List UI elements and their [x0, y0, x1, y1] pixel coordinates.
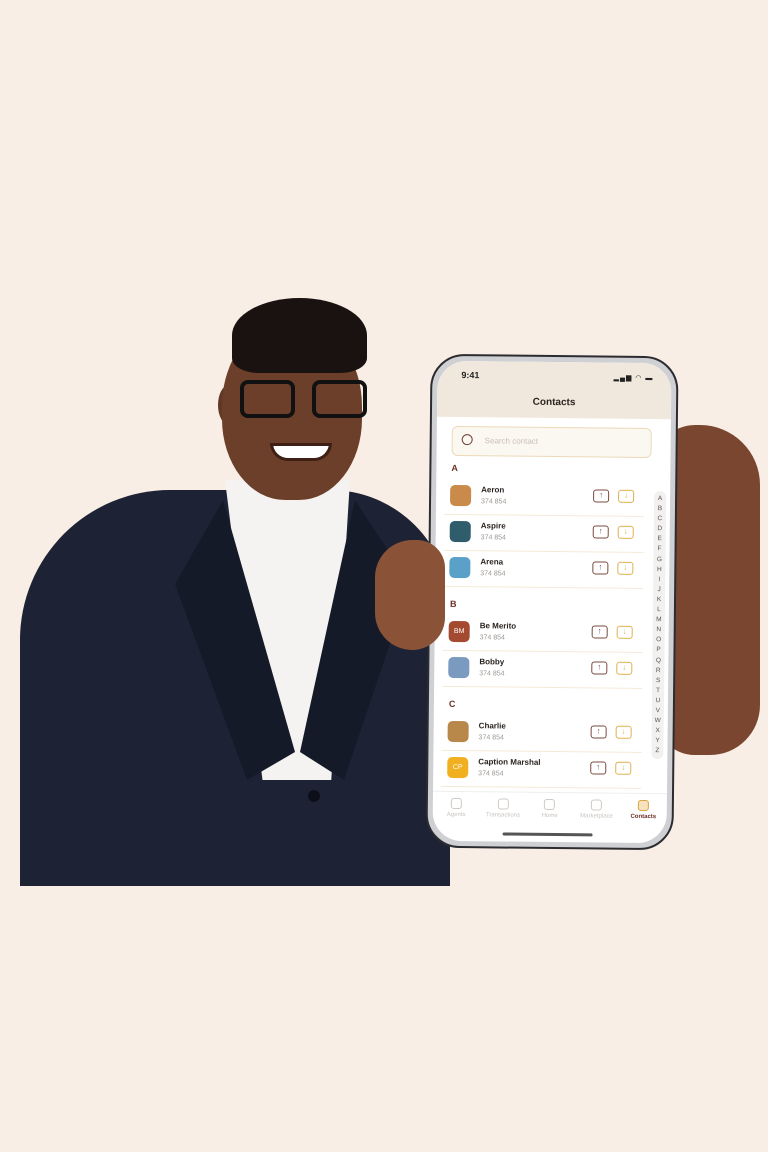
contact-phone: 374 854 [480, 570, 506, 578]
contact-row[interactable]: Aspire 374 854 ↑ ↓ [443, 514, 644, 553]
send-icon[interactable]: ↑ [592, 525, 609, 539]
index-letter[interactable]: Q [652, 656, 664, 666]
search-placeholder: Search contact [484, 436, 539, 446]
avatar [450, 484, 472, 507]
tab-label: Contacts [630, 813, 657, 821]
contact-row[interactable]: BM Be Merito 374 854 ↑ ↓ [442, 614, 643, 653]
index-letter[interactable]: X [652, 726, 664, 736]
index-letter[interactable]: W [652, 716, 664, 726]
index-letter[interactable]: H [653, 565, 665, 575]
contact-phone: 374 854 [479, 670, 505, 678]
avatar [447, 720, 469, 743]
agents-icon [450, 797, 462, 810]
contact-phone: 374 854 [481, 498, 507, 506]
tab-contacts[interactable]: Contacts [621, 799, 665, 843]
index-letter[interactable]: K [653, 595, 665, 605]
index-letter[interactable]: I [653, 575, 665, 585]
index-letter[interactable]: P [652, 645, 664, 655]
contact-name: Aspire [480, 521, 506, 531]
thumb [375, 540, 445, 650]
home-icon [544, 798, 556, 811]
search-icon [461, 434, 473, 446]
index-letter[interactable]: T [652, 686, 664, 696]
alphabet-index[interactable]: ABCDEFGHIJKLMNOPQRSTUVWXYZ [651, 491, 667, 760]
index-letter[interactable]: S [652, 676, 664, 686]
tab-label: Agents [446, 811, 466, 819]
index-letter[interactable]: B [654, 504, 666, 514]
avatar: CP [447, 756, 469, 779]
contact-phone: 374 854 [479, 634, 505, 642]
send-icon[interactable]: ↑ [590, 761, 607, 775]
contact-phone: 374 854 [478, 734, 504, 742]
receive-icon[interactable]: ↓ [615, 725, 632, 739]
contact-name: Be Merito [479, 621, 517, 631]
suit-button [308, 790, 320, 802]
receive-icon[interactable]: ↓ [616, 625, 633, 639]
glasses [312, 380, 367, 418]
contacts-icon [637, 799, 650, 812]
index-letter[interactable]: A [654, 494, 666, 504]
phone: 9:41 ▂▄▆ ◠ ▬ Contacts Search contact A A… [425, 353, 679, 851]
send-icon[interactable]: ↑ [591, 625, 608, 639]
index-letter[interactable]: Z [651, 746, 663, 756]
contact-phone: 374 854 [478, 770, 504, 778]
receive-icon[interactable]: ↓ [618, 489, 635, 503]
index-letter[interactable]: G [653, 555, 665, 565]
contact-row[interactable]: Arena 374 854 ↑ ↓ [443, 550, 644, 589]
contact-row[interactable]: Charlie 374 854 ↑ ↓ [441, 714, 642, 753]
receive-icon[interactable]: ↓ [616, 661, 633, 675]
marketplace-icon [591, 799, 603, 811]
send-icon[interactable]: ↑ [592, 561, 609, 575]
send-icon[interactable]: ↑ [590, 725, 607, 739]
receive-icon[interactable]: ↓ [617, 561, 634, 575]
contact-phone: 374 854 [480, 534, 507, 542]
index-letter[interactable]: F [654, 545, 666, 555]
glasses [240, 380, 295, 418]
index-letter[interactable]: V [652, 706, 664, 716]
index-letter[interactable]: C [654, 514, 666, 524]
tab-label: Transactions [485, 812, 521, 819]
avatar: BM [448, 620, 470, 643]
index-letter[interactable]: J [653, 585, 665, 595]
section-header: B [449, 598, 457, 609]
index-letter[interactable]: Y [651, 736, 663, 746]
contact-name: Aeron [481, 485, 505, 495]
index-letter[interactable]: R [652, 666, 664, 676]
contact-name: Caption Marshal [478, 757, 541, 767]
index-letter[interactable]: E [654, 534, 666, 544]
index-letter[interactable]: M [653, 615, 665, 625]
status-icons: ▂▄▆ ◠ ▬ [613, 374, 654, 383]
contact-row[interactable]: CP Caption Marshal 374 854 ↑ ↓ [441, 750, 642, 789]
tab-label: Marketplace [580, 813, 613, 820]
receive-icon[interactable]: ↓ [617, 525, 634, 539]
tab-agents[interactable]: Agents [434, 797, 478, 841]
send-icon[interactable]: ↑ [591, 661, 608, 675]
index-letter[interactable]: L [653, 605, 665, 615]
avatar [449, 556, 471, 579]
phone-screen: 9:41 ▂▄▆ ◠ ▬ Contacts Search contact A A… [432, 360, 672, 844]
avatar [448, 656, 470, 679]
transactions-icon [497, 798, 509, 810]
person-smile [270, 443, 332, 461]
avatar [449, 520, 471, 543]
search-input[interactable]: Search contact [451, 425, 652, 459]
index-letter[interactable]: D [654, 524, 666, 534]
send-icon[interactable]: ↑ [593, 489, 610, 503]
person-hair [232, 298, 367, 373]
section-header: C [448, 698, 456, 709]
index-letter[interactable]: N [653, 625, 665, 635]
contact-row[interactable]: Bobby 374 854 ↑ ↓ [442, 650, 643, 689]
tab-label: Home [541, 812, 558, 820]
index-letter[interactable]: U [652, 696, 664, 706]
index-letter[interactable]: O [653, 635, 665, 645]
receive-icon[interactable]: ↓ [615, 761, 632, 775]
contact-name: Arena [480, 557, 504, 567]
contact-name: Charlie [478, 721, 506, 731]
status-time: 9:41 [461, 370, 480, 381]
section-header: A [451, 462, 458, 474]
contact-row[interactable]: Aeron 374 854 ↑ ↓ [443, 478, 645, 517]
contact-name: Bobby [479, 657, 505, 667]
